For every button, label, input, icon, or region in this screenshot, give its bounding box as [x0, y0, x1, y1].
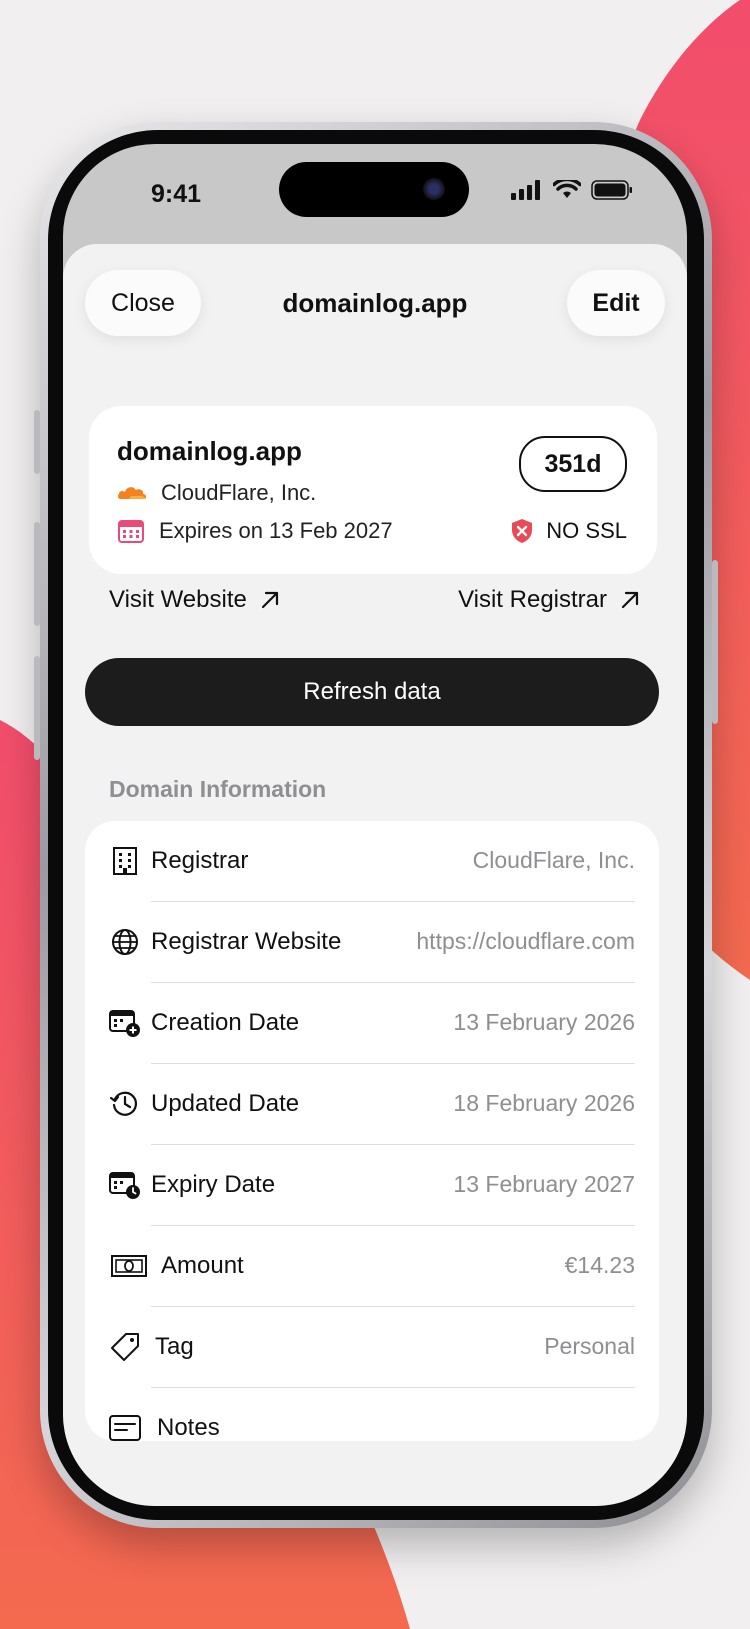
status-bar: 9:41: [63, 144, 687, 238]
info-label: Registrar Website: [151, 928, 342, 955]
visit-registrar-label: Visit Registrar: [458, 586, 607, 613]
calendar-icon: [118, 520, 144, 543]
info-label: Notes: [157, 1414, 220, 1441]
card-registrar-row: CloudFlare, Inc.: [117, 480, 316, 506]
visit-website-label: Visit Website: [109, 586, 247, 613]
side-button-action: [34, 410, 40, 474]
info-row-notes[interactable]: Notes: [85, 1388, 659, 1441]
card-expiry: Expires on 13 Feb 2027: [159, 518, 393, 543]
cloud-icon: [117, 487, 147, 499]
info-label: Expiry Date: [151, 1171, 276, 1198]
info-row-creation-date[interactable]: Creation Date 13 February 2026: [85, 983, 659, 1064]
arrow-up-right-icon: [621, 591, 639, 609]
card-expiry-row: Expires on 13 Feb 2027: [117, 518, 393, 544]
status-time: 9:41: [151, 180, 202, 208]
section-title-domain-info: Domain Information: [109, 776, 327, 802]
info-label: Updated Date: [151, 1090, 300, 1117]
info-row-expiry-date[interactable]: Expiry Date 13 February 2027: [85, 1145, 659, 1226]
arrow-up-right-icon: [261, 591, 278, 609]
status-icons: [511, 180, 633, 200]
globe-icon: [109, 926, 141, 958]
info-value: 13 February 2026: [453, 1009, 635, 1035]
side-button-power: [712, 560, 718, 724]
tag-icon: [109, 1331, 141, 1363]
info-row-amount[interactable]: Amount €14.23: [85, 1226, 659, 1307]
info-row-tag[interactable]: Tag Personal: [85, 1307, 659, 1388]
domain-detail-sheet: Close domainlog.app Edit domainlog.app C…: [63, 244, 687, 1506]
clock-refresh-icon: [109, 1088, 141, 1120]
wifi-icon: [553, 180, 581, 198]
info-value: 18 February 2026: [453, 1090, 635, 1116]
camera-icon: [423, 178, 445, 200]
info-label: Tag: [155, 1333, 194, 1360]
calendar-clock-icon: [109, 1169, 141, 1201]
ssl-status-label: NO SSL: [546, 518, 627, 543]
info-row-registrar-website[interactable]: Registrar Website https://cloudflare.com: [85, 902, 659, 983]
info-value: CloudFlare, Inc.: [472, 847, 635, 873]
dynamic-island: [279, 162, 469, 217]
signal-icon: [511, 180, 540, 200]
visit-website-link[interactable]: Visit Website: [109, 586, 281, 614]
side-button-volume-up: [34, 522, 40, 626]
info-row-updated-date[interactable]: Updated Date 18 February 2026: [85, 1064, 659, 1145]
info-label: Registrar: [151, 847, 249, 874]
info-value: https://cloudflare.com: [416, 928, 635, 954]
info-value: €14.23: [564, 1252, 635, 1278]
info-value: Personal: [544, 1333, 635, 1359]
screen: 9:41 Close domainlog.app Edit domainlog.…: [63, 144, 687, 1506]
edit-button[interactable]: Edit: [567, 270, 665, 336]
card-registrar: CloudFlare, Inc.: [161, 480, 317, 505]
battery-icon: [591, 180, 632, 200]
calendar-plus-icon: [109, 1007, 141, 1039]
domain-summary-card: domainlog.app CloudFlare, Inc. Expires o…: [89, 406, 657, 574]
info-value: 13 February 2027: [453, 1171, 635, 1197]
info-label: Amount: [161, 1252, 244, 1279]
info-label: Creation Date: [151, 1009, 300, 1036]
domain-info-list: Registrar CloudFlare, Inc. Registrar Web…: [85, 821, 659, 1441]
info-row-registrar[interactable]: Registrar CloudFlare, Inc.: [85, 821, 659, 902]
banknote-icon: [109, 1250, 149, 1282]
ssl-status: NO SSL: [510, 518, 627, 544]
building-icon: [109, 845, 141, 877]
refresh-data-button[interactable]: Refresh data: [85, 658, 659, 726]
shield-x-icon: [512, 519, 533, 543]
card-domain-name: domainlog.app: [117, 436, 302, 466]
notes-icon: [109, 1412, 141, 1441]
side-button-volume-down: [34, 656, 40, 760]
visit-registrar-link[interactable]: Visit Registrar: [458, 586, 641, 614]
days-left-badge: 351d: [519, 436, 627, 492]
